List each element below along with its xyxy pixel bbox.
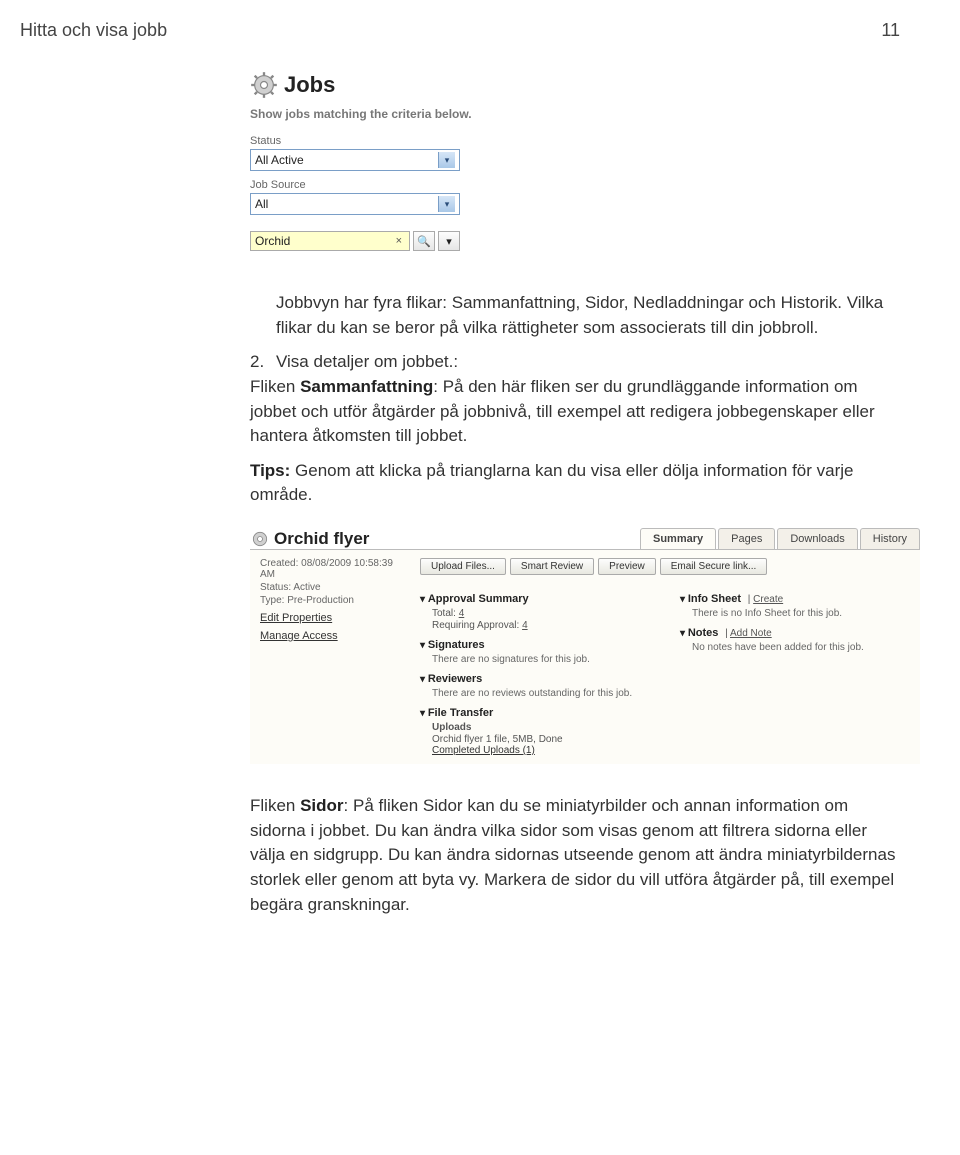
flyer-toolbar: Upload Files... Smart Review Preview Ema… — [420, 558, 910, 575]
approval-total: Total: 4 — [432, 608, 650, 619]
signatures-heading[interactable]: Signatures — [420, 639, 650, 651]
signatures-text: There are no signatures for this job. — [432, 654, 650, 665]
chevron-down-icon: ▾ — [438, 152, 455, 168]
uploads-label: Uploads — [432, 722, 650, 733]
status-select[interactable]: All Active ▾ — [250, 149, 460, 171]
status-label: Status — [250, 135, 510, 147]
search-dropdown-button[interactable]: ▾ — [438, 231, 460, 251]
chevron-down-icon: ▾ — [438, 196, 455, 212]
jobs-subtitle: Show jobs matching the criteria below. — [250, 107, 510, 121]
jobs-title: Jobs — [284, 72, 335, 98]
gear-icon — [250, 71, 278, 99]
chevron-down-icon: ▾ — [446, 235, 452, 248]
preview-button[interactable]: Preview — [598, 558, 656, 575]
search-icon: 🔍 — [417, 235, 431, 248]
orchid-flyer-panel: Orchid flyer Summary Pages Downloads His… — [250, 528, 920, 764]
flyer-title: Orchid flyer — [274, 529, 369, 549]
upload-line: Orchid flyer 1 file, 5MB, Done — [432, 734, 650, 745]
add-note-link[interactable]: Add Note — [730, 628, 772, 639]
file-transfer-heading[interactable]: File Transfer — [420, 707, 650, 719]
upload-files-button[interactable]: Upload Files... — [420, 558, 506, 575]
search-value: Orchid — [255, 234, 290, 248]
tab-pages[interactable]: Pages — [718, 528, 775, 549]
email-secure-link-button[interactable]: Email Secure link... — [660, 558, 768, 575]
job-source-label: Job Source — [250, 179, 510, 191]
manage-access-link[interactable]: Manage Access — [260, 630, 410, 642]
page-header: Hitta och visa jobb 11 — [20, 20, 900, 41]
completed-uploads-link[interactable]: Completed Uploads (1) — [432, 745, 650, 756]
gear-icon — [250, 529, 270, 549]
tab-summary[interactable]: Summary — [640, 528, 716, 549]
flyer-meta: Created: 08/08/2009 10:58:39 AM Status: … — [260, 558, 420, 756]
jobs-filter-panel: Jobs Show jobs matching the criteria bel… — [250, 71, 510, 251]
flyer-tabs: Summary Pages Downloads History — [640, 528, 920, 549]
page-number: 11 — [881, 20, 900, 41]
clear-icon[interactable]: × — [393, 235, 405, 247]
step-text: Visa detaljer om jobbet.: — [276, 350, 900, 375]
search-input[interactable]: Orchid × — [250, 231, 410, 251]
paragraph-intro: Jobbvyn har fyra flikar: Sammanfattning,… — [276, 291, 900, 340]
reviewers-text: There are no reviews outstanding for thi… — [432, 688, 650, 699]
tab-history[interactable]: History — [860, 528, 920, 549]
notes-heading[interactable]: Notes | Add Note — [680, 627, 910, 639]
info-sheet-heading[interactable]: Info Sheet | Create — [680, 593, 910, 605]
edit-properties-link[interactable]: Edit Properties — [260, 612, 410, 624]
job-source-value: All — [255, 197, 268, 211]
job-source-select[interactable]: All ▾ — [250, 193, 460, 215]
tab-downloads[interactable]: Downloads — [777, 528, 857, 549]
info-sheet-text: There is no Info Sheet for this job. — [692, 608, 910, 619]
approval-summary-heading[interactable]: Approval Summary — [420, 593, 650, 605]
create-info-sheet-link[interactable]: Create — [753, 594, 783, 605]
status-value: All Active — [255, 153, 304, 167]
paragraph-summary-tab: Fliken Sammanfattning: På den här fliken… — [250, 375, 900, 449]
approval-requiring: Requiring Approval: 4 — [432, 620, 650, 631]
paragraph-pages-tab: Fliken Sidor: På fliken Sidor kan du se … — [250, 794, 900, 917]
page-title: Hitta och visa jobb — [20, 20, 167, 41]
notes-text: No notes have been added for this job. — [692, 642, 910, 653]
search-button[interactable]: 🔍 — [413, 231, 435, 251]
step-number: 2. — [250, 350, 276, 375]
reviewers-heading[interactable]: Reviewers — [420, 673, 650, 685]
paragraph-tips: Tips: Genom att klicka på trianglarna ka… — [250, 459, 900, 508]
smart-review-button[interactable]: Smart Review — [510, 558, 594, 575]
